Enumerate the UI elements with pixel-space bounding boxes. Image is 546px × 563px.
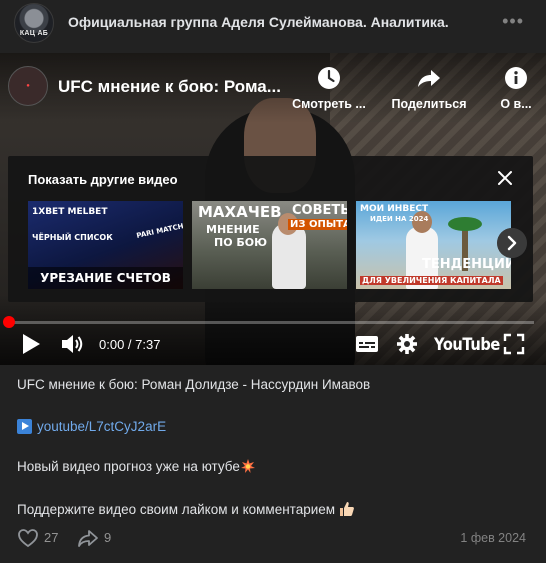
thumbnail-caption: PARI MATCH xyxy=(135,222,183,240)
share-label: Поделиться xyxy=(391,97,467,111)
about-video-button[interactable]: О в... xyxy=(486,65,546,111)
post-date: 1 фев 2024 xyxy=(460,531,526,545)
watch-later-label: Смотреть ... xyxy=(292,97,366,111)
video-player[interactable]: ● UFC мнение к бою: Рома... Смотреть ...… xyxy=(0,53,546,365)
suggested-video-thumbnail[interactable]: 1XBET MELBET ЧЁРНЫЙ СПИСОК PARI MATCH УР… xyxy=(28,201,183,289)
channel-logo-icon[interactable]: ● xyxy=(8,66,48,106)
video-title[interactable]: UFC мнение к бою: Рома... xyxy=(58,77,283,97)
progress-bar[interactable] xyxy=(8,321,534,324)
about-label: О в... xyxy=(500,97,532,111)
thumbnail-caption: ДЛЯ УВЕЛИЧЕНИЯ КАПИТАЛА xyxy=(360,276,503,285)
post-header: КАЦ АБ Официальная группа Аделя Сулейман… xyxy=(0,0,546,50)
settings-gear-icon[interactable] xyxy=(396,332,418,356)
thumbnail-caption: МНЕНИЕ xyxy=(206,223,260,236)
close-icon[interactable] xyxy=(495,168,515,188)
progress-scrubber[interactable] xyxy=(3,316,15,328)
post-link-line: youtube/L7ctCyJ2arE xyxy=(17,419,166,434)
volume-icon[interactable] xyxy=(60,332,86,356)
fullscreen-icon[interactable] xyxy=(503,332,525,356)
more-horizontal-icon[interactable]: ••• xyxy=(502,11,524,32)
share-icon[interactable] xyxy=(77,527,99,549)
suggested-video-thumbnail[interactable]: МАХАЧЕВ МНЕНИЕ ПО БОЮ СОВЕТЫ ИЗ ОПЫТА xyxy=(192,201,347,289)
more-videos-title: Показать другие видео xyxy=(28,172,178,187)
youtube-link[interactable]: youtube/L7ctCyJ2arE xyxy=(37,419,166,434)
heart-icon[interactable] xyxy=(17,527,39,549)
like-count: 27 xyxy=(44,530,59,545)
youtube-logo[interactable]: YouTube xyxy=(434,335,500,355)
suggested-video-thumbnail[interactable]: МОИ ИНВЕСТ ИДЕИ НА 2024 ТЕНДЕНЦИИ ДЛЯ УВ… xyxy=(356,201,511,289)
clock-icon xyxy=(318,67,340,89)
thumbnail-caption: ЧЁРНЫЙ СПИСОК xyxy=(32,233,113,242)
avatar-label: КАЦ АБ xyxy=(19,30,49,37)
thumbnail-caption: МАХАЧЕВ xyxy=(198,203,282,221)
watch-later-button[interactable]: Смотреть ... xyxy=(288,65,370,111)
share-video-button[interactable]: Поделиться xyxy=(388,65,470,111)
thumbnail-caption: УРЕЗАНИЕ СЧЕТОВ xyxy=(28,267,183,289)
group-avatar[interactable]: КАЦ АБ xyxy=(14,3,54,43)
thumbnail-caption: 1XBET MELBET xyxy=(32,207,108,217)
post-footer: 27 9 1 фев 2024 xyxy=(0,525,546,553)
post-text-segment: Новый видео прогноз уже на ютубе xyxy=(17,459,240,474)
thumbnail-caption: ПО БОЮ xyxy=(214,236,268,249)
thumbnail-caption: ИЗ ОПЫТА xyxy=(288,219,347,230)
more-videos-panel: Показать другие видео 1XBET MELBET ЧЁРНЫ… xyxy=(8,156,533,302)
thumbnail-caption: СОВЕТЫ xyxy=(292,203,347,218)
chevron-right-icon[interactable] xyxy=(497,228,527,258)
share-arrow-icon xyxy=(418,70,440,87)
thumbnail-caption: ИДЕИ НА 2024 xyxy=(370,215,429,223)
play-button-emoji-icon xyxy=(17,419,32,434)
subtitles-icon[interactable] xyxy=(354,332,380,356)
post-text-segment: Поддержите видео своим лайком и коммента… xyxy=(17,502,336,517)
time-display: 0:00 / 7:37 xyxy=(99,337,161,352)
thumbnail-caption: МОИ ИНВЕСТ xyxy=(360,204,429,214)
post-text-line: Новый видео прогноз уже на ютубе xyxy=(17,459,255,474)
info-icon xyxy=(505,67,527,89)
post-text-line: Поддержите видео своим лайком и коммента… xyxy=(17,500,355,517)
group-name-link[interactable]: Официальная группа Аделя Сулейманова. Ан… xyxy=(68,14,449,30)
thumbs-up-emoji-icon xyxy=(340,502,354,516)
thumbnail-caption: ТЕНДЕНЦИИ xyxy=(422,257,511,272)
play-icon[interactable] xyxy=(20,332,42,356)
post-title-line: UFC мнение к бою: Роман Долидзе - Нассур… xyxy=(17,377,371,392)
collision-emoji-icon xyxy=(240,459,255,473)
share-count: 9 xyxy=(104,530,112,545)
